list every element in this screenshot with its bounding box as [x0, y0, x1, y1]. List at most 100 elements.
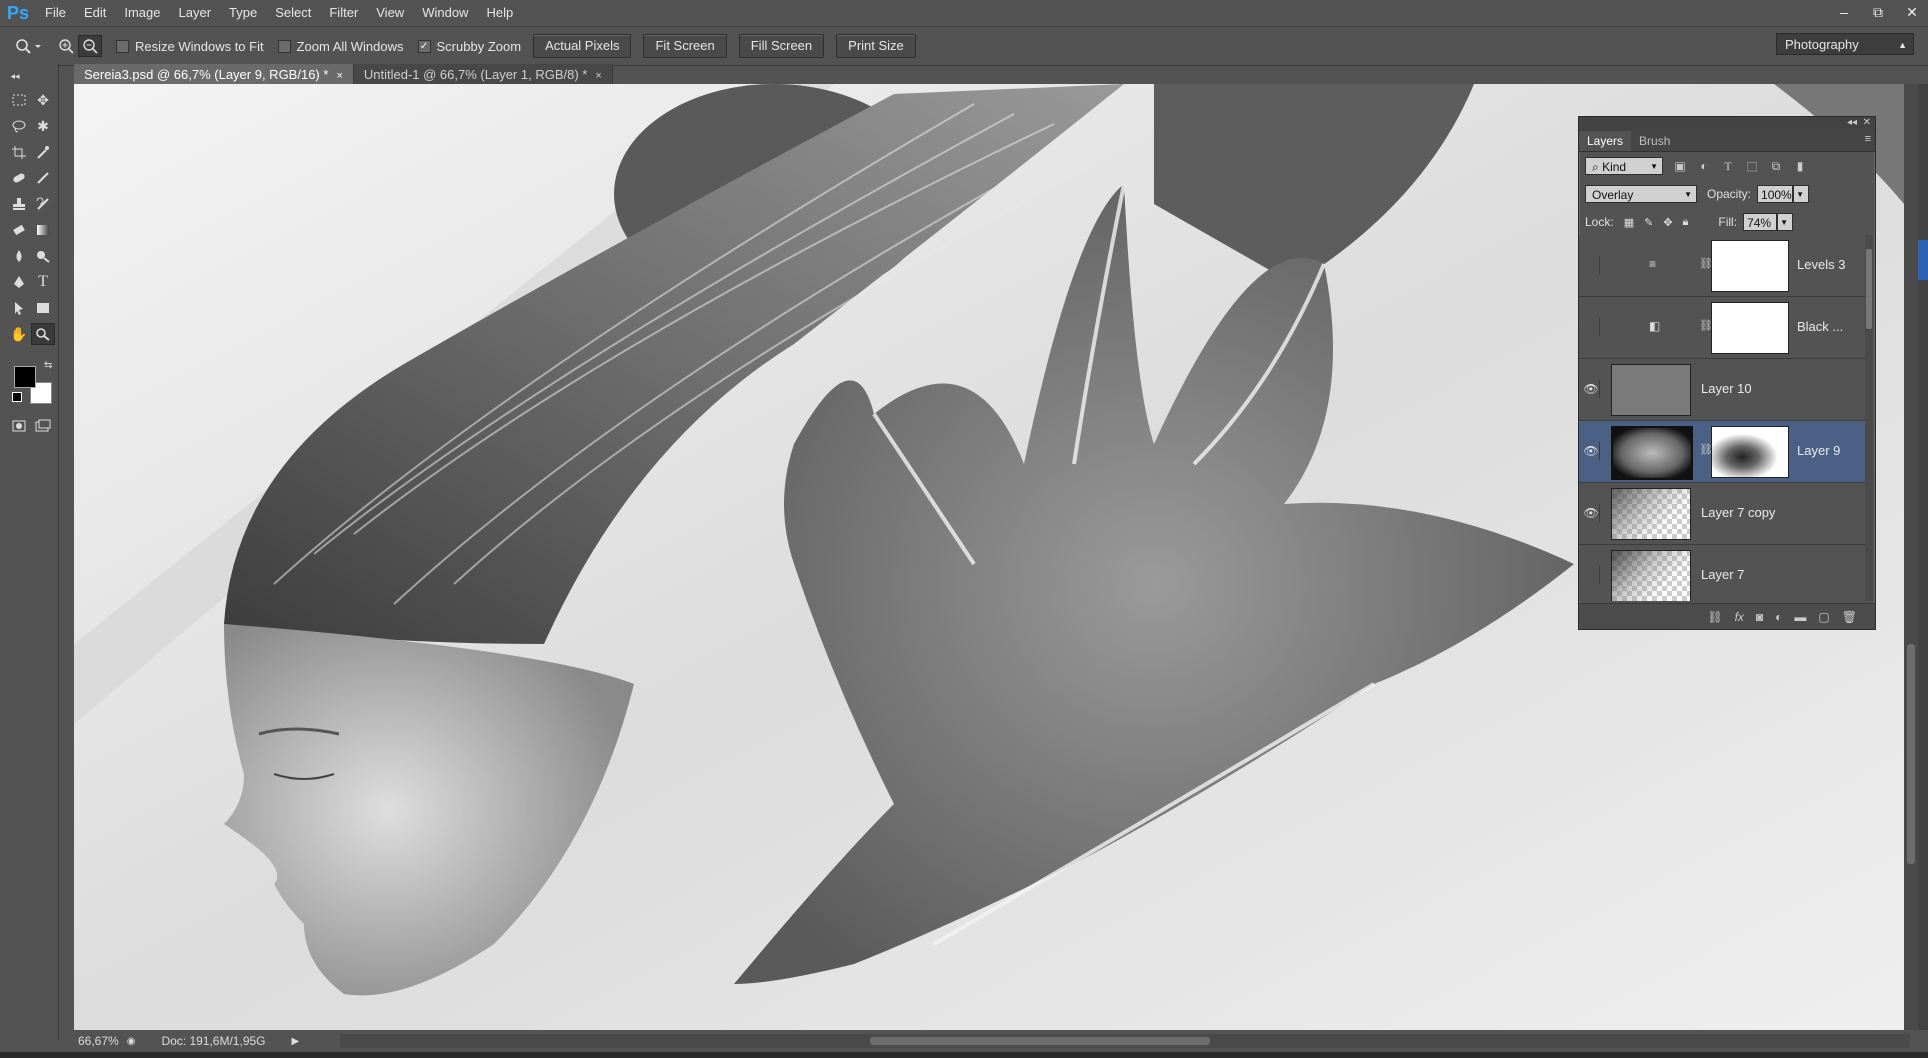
fill-screen-button[interactable]: Fill Screen: [738, 34, 825, 58]
tab-brush[interactable]: Brush: [1631, 131, 1678, 151]
zoom-level[interactable]: 66,67%: [78, 1034, 119, 1048]
panel-menu-icon[interactable]: ≡: [1865, 133, 1871, 145]
close-tab-icon[interactable]: ×: [336, 70, 342, 82]
tab-untitled-1[interactable]: Untitled-1 @ 66,7% (Layer 1, RGB/8) * ×: [353, 64, 613, 86]
pen-tool-icon[interactable]: [8, 272, 30, 292]
filter-pixel-icon[interactable]: ▣: [1673, 159, 1687, 173]
menu-layer[interactable]: Layer: [170, 0, 221, 26]
collapse-panel-icon[interactable]: ◂◂: [1847, 117, 1857, 128]
gradient-tool-icon[interactable]: [32, 220, 54, 240]
layer-name[interactable]: Layer 7: [1701, 567, 1744, 582]
export-icon[interactable]: ◉: [127, 1036, 136, 1047]
new-layer-icon[interactable]: ▢: [1818, 610, 1829, 624]
zoom-all-box[interactable]: [277, 39, 291, 53]
tab-layers[interactable]: Layers: [1579, 131, 1632, 151]
lock-image-icon[interactable]: ✎: [1644, 216, 1653, 229]
eye-icon[interactable]: 👁︎: [1583, 504, 1600, 522]
close-window-button[interactable]: ✕: [1904, 4, 1920, 21]
tool-preset-picker[interactable]: [8, 36, 42, 56]
layer-row-layer-9[interactable]: 👁︎ ⛓︎ Layer 9: [1579, 421, 1865, 483]
zoom-all-windows-checkbox[interactable]: Zoom All Windows: [277, 39, 404, 54]
scrubby-zoom-checkbox[interactable]: ✓ Scrubby Zoom: [417, 39, 521, 54]
filter-adjustment-icon[interactable]: ◐: [1697, 159, 1711, 173]
lasso-tool-icon[interactable]: [8, 116, 30, 136]
history-brush-icon[interactable]: [32, 194, 54, 214]
eye-icon[interactable]: 👁︎: [1583, 380, 1600, 398]
foreground-color-swatch[interactable]: [14, 366, 36, 388]
resize-windows-box[interactable]: [116, 39, 129, 53]
close-panel-icon[interactable]: ✕: [1863, 117, 1871, 128]
fill-dropdown[interactable]: ▼: [1777, 213, 1794, 231]
menu-file[interactable]: File: [36, 0, 75, 26]
vertical-scrollbar[interactable]: [1904, 84, 1918, 1036]
blur-tool-icon[interactable]: [8, 246, 30, 266]
visibility-toggle[interactable]: [1583, 566, 1600, 584]
horizontal-scrollbar[interactable]: [340, 1034, 1910, 1048]
layer-mask-thumbnail[interactable]: [1711, 426, 1789, 478]
link-layers-icon[interactable]: ⛓︎: [1707, 610, 1722, 624]
opacity-dropdown[interactable]: ▼: [1793, 185, 1810, 203]
dodge-tool-icon[interactable]: [32, 246, 54, 266]
filter-shape-icon[interactable]: ⬚: [1745, 159, 1759, 173]
filter-kind-select[interactable]: ⌕ Kind ▼: [1585, 157, 1663, 175]
menu-help[interactable]: Help: [477, 0, 522, 26]
layer-row-layer-7[interactable]: Layer 7: [1579, 545, 1865, 601]
layer-name[interactable]: Levels 3: [1797, 257, 1845, 272]
minimize-button[interactable]: –: [1836, 4, 1852, 20]
layer-row-layer-10[interactable]: 👁︎ Layer 10: [1579, 359, 1865, 421]
layers-scroll-thumb[interactable]: [1866, 249, 1872, 329]
fit-screen-button[interactable]: Fit Screen: [643, 34, 727, 58]
lock-position-icon[interactable]: ✥: [1663, 216, 1672, 229]
menu-select[interactable]: Select: [266, 0, 320, 26]
trash-icon[interactable]: 🗑︎: [1842, 610, 1857, 624]
menu-view[interactable]: View: [367, 0, 413, 26]
vertical-scroll-thumb[interactable]: [1907, 644, 1915, 864]
move-tool-icon[interactable]: ✥: [32, 90, 54, 110]
menu-type[interactable]: Type: [220, 0, 266, 26]
marquee-tool-icon[interactable]: [8, 90, 30, 110]
eyedropper-icon[interactable]: [32, 142, 54, 162]
status-menu-arrow-icon[interactable]: ▶: [292, 1036, 300, 1047]
layer-name[interactable]: Layer 9: [1797, 443, 1840, 458]
visibility-toggle[interactable]: [1583, 256, 1600, 274]
hand-tool-icon[interactable]: ✋: [8, 324, 30, 344]
blend-mode-select[interactable]: Overlay ▼: [1585, 185, 1697, 203]
tab-sereia3[interactable]: Sereia3.psd @ 66,7% (Layer 9, RGB/16) * ×: [74, 64, 354, 86]
new-group-icon[interactable]: ▬: [1794, 610, 1806, 624]
workspace-switcher[interactable]: Photography ▲: [1776, 33, 1914, 55]
opacity-input[interactable]: 100%: [1757, 185, 1794, 203]
crop-tool-icon[interactable]: [8, 142, 30, 162]
print-size-button[interactable]: Print Size: [836, 34, 916, 58]
layer-name[interactable]: Layer 7 copy: [1701, 505, 1775, 520]
close-tab-icon[interactable]: ×: [595, 70, 601, 82]
magic-wand-icon[interactable]: ✱: [32, 116, 54, 136]
layer-row-black-white[interactable]: ◧ ⛓︎ Black ...: [1579, 297, 1865, 359]
visibility-toggle[interactable]: [1583, 318, 1600, 336]
filter-toggle-icon[interactable]: ▮: [1793, 159, 1807, 173]
layer-mask-thumbnail[interactable]: [1711, 240, 1789, 292]
clone-stamp-icon[interactable]: [8, 194, 30, 214]
actual-pixels-button[interactable]: Actual Pixels: [533, 34, 632, 58]
layer-mask-thumbnail[interactable]: [1711, 302, 1789, 354]
filter-type-icon[interactable]: T: [1721, 159, 1735, 173]
layer-style-icon[interactable]: fx: [1735, 610, 1744, 624]
layer-thumbnail[interactable]: [1611, 364, 1691, 416]
restore-button[interactable]: ⧉: [1870, 4, 1886, 21]
layer-thumbnail[interactable]: [1611, 488, 1691, 540]
default-colors-icon[interactable]: [12, 392, 22, 402]
zoom-tool-icon[interactable]: [31, 323, 55, 345]
add-mask-icon[interactable]: ◙: [1756, 610, 1763, 624]
quick-mask-icon[interactable]: [8, 416, 30, 436]
layer-row-levels-3[interactable]: ≡ ⛓︎ Levels 3: [1579, 235, 1865, 297]
layer-name[interactable]: Black ...: [1797, 319, 1843, 334]
screen-mode-icon[interactable]: [32, 416, 54, 436]
menu-image[interactable]: Image: [115, 0, 169, 26]
type-tool-icon[interactable]: T: [32, 272, 54, 292]
resize-windows-checkbox[interactable]: Resize Windows to Fit: [116, 39, 264, 54]
path-selection-icon[interactable]: [8, 298, 30, 318]
layer-thumbnail[interactable]: [1611, 426, 1693, 480]
layer-name[interactable]: Layer 10: [1701, 381, 1752, 396]
lock-all-icon[interactable]: 🔒︎: [1683, 216, 1689, 229]
brush-tool-icon[interactable]: [32, 168, 54, 188]
lock-transparent-icon[interactable]: ▦: [1624, 216, 1634, 229]
